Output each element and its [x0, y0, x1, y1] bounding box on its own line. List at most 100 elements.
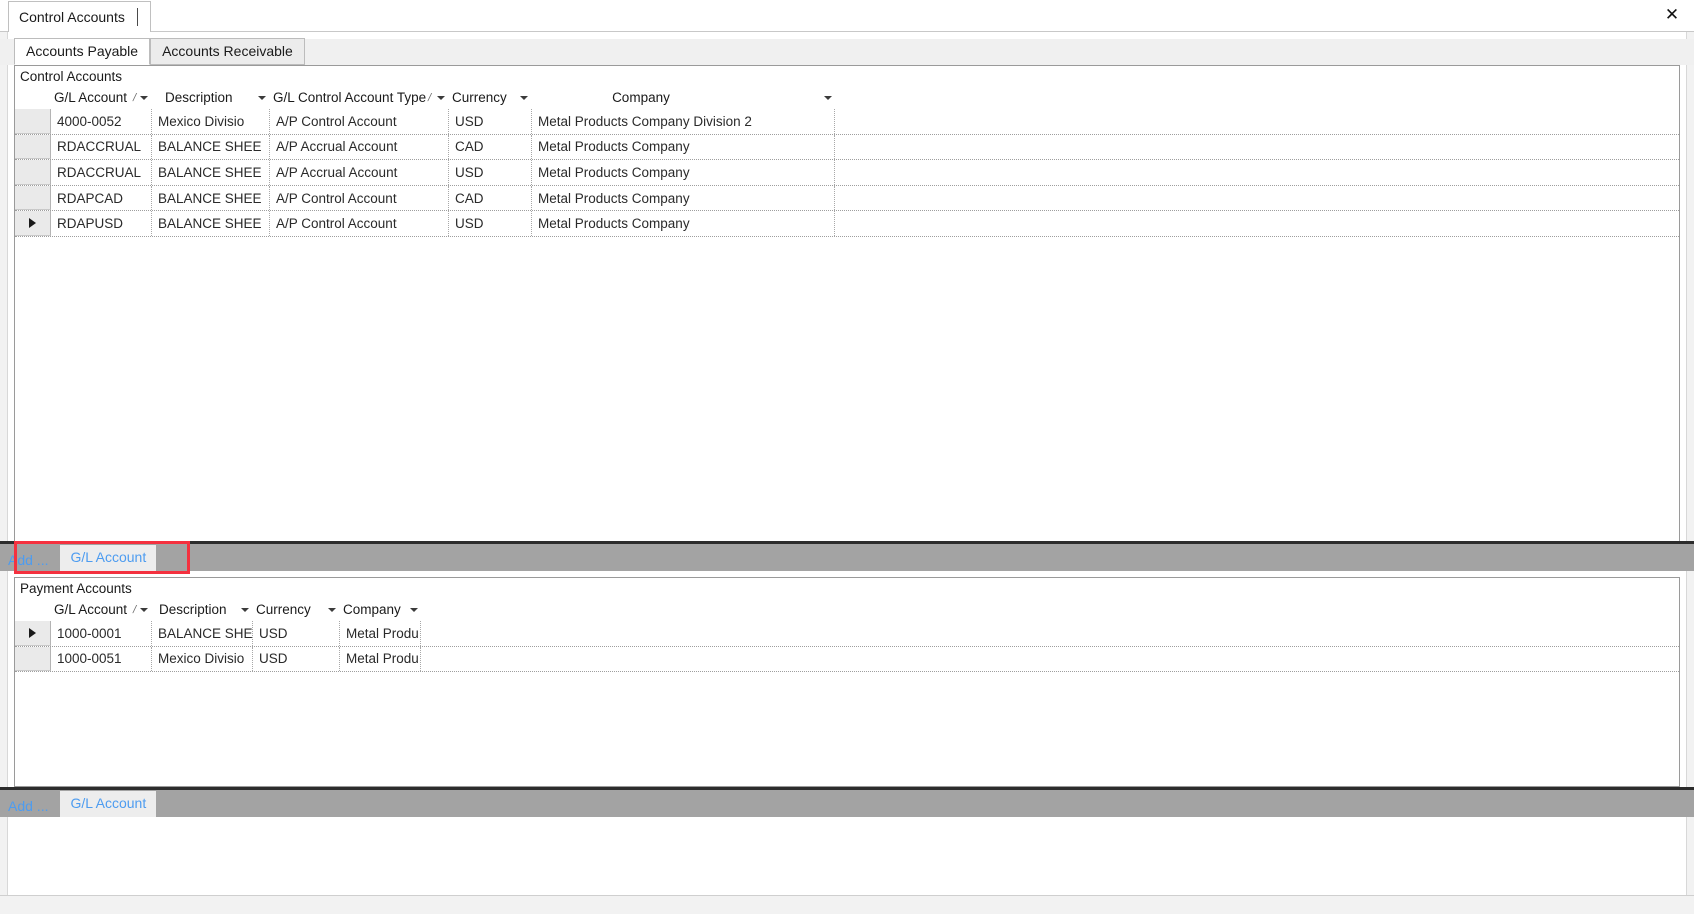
cell-account-type: A/P Accrual Account	[270, 160, 449, 185]
row-selector[interactable]	[15, 160, 51, 185]
filter-dropdown-icon[interactable]	[140, 95, 148, 100]
sort-ascending-icon: /	[131, 603, 138, 616]
cell-currency: USD	[253, 646, 340, 672]
add-gl-account-button[interactable]: G/L Account	[60, 790, 157, 817]
left-window-edge	[0, 32, 8, 914]
cell-description: Mexico Divisio	[152, 109, 270, 134]
table-row[interactable]: RDAPCAD BALANCE SHEE A/P Control Account…	[15, 185, 1679, 212]
add-label: Add ...	[8, 798, 49, 814]
column-header-description[interactable]: Description	[152, 87, 269, 108]
cell-company: Metal Products Company	[532, 185, 835, 211]
cell-description: BALANCE SHEE	[152, 185, 270, 211]
control-accounts-panel-title: Control Accounts	[15, 66, 1679, 87]
column-header-company-label: Company	[612, 90, 670, 105]
table-row[interactable]: RDACCRUAL BALANCE SHEE A/P Accrual Accou…	[15, 134, 1679, 161]
row-selector-header	[15, 599, 51, 620]
filter-dropdown-icon[interactable]	[328, 607, 336, 612]
column-header-company[interactable]: Company	[340, 599, 421, 620]
cell-account-type: A/P Control Account	[270, 185, 449, 211]
cell-currency: USD	[253, 621, 340, 646]
table-row[interactable]: RDAPUSD BALANCE SHEE A/P Control Account…	[15, 211, 1679, 237]
payment-accounts-panel: Payment Accounts G/L Account / Descripti…	[14, 577, 1680, 787]
filter-dropdown-icon[interactable]	[520, 95, 528, 100]
cell-gl-account: RDAPCAD	[51, 185, 152, 211]
cell-company: Metal Produ	[340, 646, 421, 672]
cell-gl-account: 1000-0001	[51, 621, 152, 646]
cell-description: BALANCE SHEE	[152, 160, 270, 185]
table-row[interactable]: 1000-0001 BALANCE SHEE USD Metal Produ	[15, 621, 1679, 647]
current-row-indicator-icon	[29, 218, 36, 229]
column-header-currency-label: Currency	[452, 90, 507, 105]
column-header-company[interactable]: Company	[532, 87, 835, 108]
control-accounts-grid-body: 4000-0052 Mexico Divisio A/P Control Acc…	[15, 109, 1679, 237]
filter-dropdown-icon[interactable]	[241, 607, 249, 612]
cell-description: Mexico Divisio	[152, 646, 253, 672]
grid-empty-area	[15, 236, 1679, 553]
document-tab-label: Control Accounts	[19, 9, 125, 25]
add-label: Add ...	[8, 552, 49, 568]
cell-company: Metal Produ	[340, 621, 421, 646]
row-selector[interactable]	[15, 185, 51, 211]
column-header-gl-account[interactable]: G/L Account /	[51, 599, 151, 620]
column-header-currency[interactable]: Currency	[449, 87, 531, 108]
cell-currency: CAD	[449, 185, 532, 211]
row-selector[interactable]	[15, 109, 51, 134]
payment-accounts-grid-body: 1000-0001 BALANCE SHEE USD Metal Produ 1…	[15, 621, 1679, 673]
filter-dropdown-icon[interactable]	[258, 95, 266, 100]
document-tab-strip: Control Accounts ✕	[0, 0, 1694, 32]
row-selector[interactable]	[15, 646, 51, 672]
column-header-currency[interactable]: Currency	[253, 599, 339, 620]
right-window-edge	[1686, 32, 1694, 914]
cell-gl-account: 4000-0052	[51, 109, 152, 134]
filter-dropdown-icon[interactable]	[437, 95, 445, 100]
filter-dropdown-icon[interactable]	[823, 95, 832, 100]
column-header-gl-account-label: G/L Account	[54, 90, 128, 105]
close-icon[interactable]: ✕	[1660, 3, 1684, 27]
tab-accounts-payable[interactable]: Accounts Payable	[14, 38, 151, 65]
cell-gl-account: RDACCRUAL	[51, 160, 152, 185]
column-header-currency-label: Currency	[256, 602, 311, 617]
payment-accounts-add-toolbar: Add ... G/L Account	[0, 787, 1694, 817]
control-accounts-grid[interactable]: G/L Account / Description G/L Control Ac…	[15, 87, 1679, 553]
document-tab-control-accounts[interactable]: Control Accounts	[8, 1, 151, 32]
filter-dropdown-icon[interactable]	[410, 607, 418, 612]
table-row[interactable]: 4000-0052 Mexico Divisio A/P Control Acc…	[15, 109, 1679, 135]
cell-company: Metal Products Company	[532, 134, 835, 160]
table-row[interactable]: RDACCRUAL BALANCE SHEE A/P Accrual Accou…	[15, 160, 1679, 186]
column-header-description-label: Description	[159, 602, 227, 617]
cell-currency: CAD	[449, 134, 532, 160]
cell-currency: USD	[449, 109, 532, 134]
cell-currency: USD	[449, 160, 532, 185]
grid-empty-area	[15, 672, 1679, 781]
sort-ascending-icon: /	[131, 91, 138, 104]
cell-description: BALANCE SHEE	[152, 134, 270, 160]
current-row-indicator-icon	[29, 627, 36, 638]
column-header-gl-account[interactable]: G/L Account /	[51, 87, 151, 108]
row-selector-header	[15, 87, 51, 108]
column-header-gl-account-label: G/L Account	[54, 602, 128, 617]
column-header-description[interactable]: Description	[152, 599, 252, 620]
cell-gl-account: RDAPUSD	[51, 211, 152, 236]
cell-gl-account: RDACCRUAL	[51, 134, 152, 160]
row-selector-current[interactable]	[15, 211, 51, 236]
column-header-gl-control-account-type-label: G/L Control Account Type	[273, 90, 427, 105]
tab-accounts-payable-label: Accounts Payable	[26, 43, 139, 59]
window-bottom-edge	[0, 895, 1694, 914]
cell-account-type: A/P Accrual Account	[270, 134, 449, 160]
control-accounts-add-toolbar: Add ... G/L Account	[0, 541, 1694, 571]
tab-accounts-receivable[interactable]: Accounts Receivable	[150, 38, 305, 65]
control-accounts-window: Control Accounts ✕ Accounts Payable Acco…	[0, 0, 1694, 914]
row-selector[interactable]	[15, 134, 51, 160]
table-row[interactable]: 1000-0051 Mexico Divisio USD Metal Produ	[15, 646, 1679, 673]
column-header-gl-control-account-type[interactable]: G/L Control Account Type /	[270, 87, 448, 108]
add-gl-account-button[interactable]: G/L Account	[60, 544, 157, 571]
payment-accounts-grid[interactable]: G/L Account / Description Currency Compa…	[15, 599, 1679, 781]
cell-currency: USD	[449, 211, 532, 236]
tab-accounts-receivable-label: Accounts Receivable	[162, 43, 293, 59]
filter-dropdown-icon[interactable]	[140, 607, 148, 612]
column-header-description-label: Description	[165, 90, 233, 105]
row-selector-current[interactable]	[15, 621, 51, 646]
cell-description: BALANCE SHEE	[152, 621, 253, 646]
control-accounts-panel: Control Accounts G/L Account / Descripti…	[14, 65, 1680, 553]
column-header-company-label: Company	[343, 602, 401, 617]
